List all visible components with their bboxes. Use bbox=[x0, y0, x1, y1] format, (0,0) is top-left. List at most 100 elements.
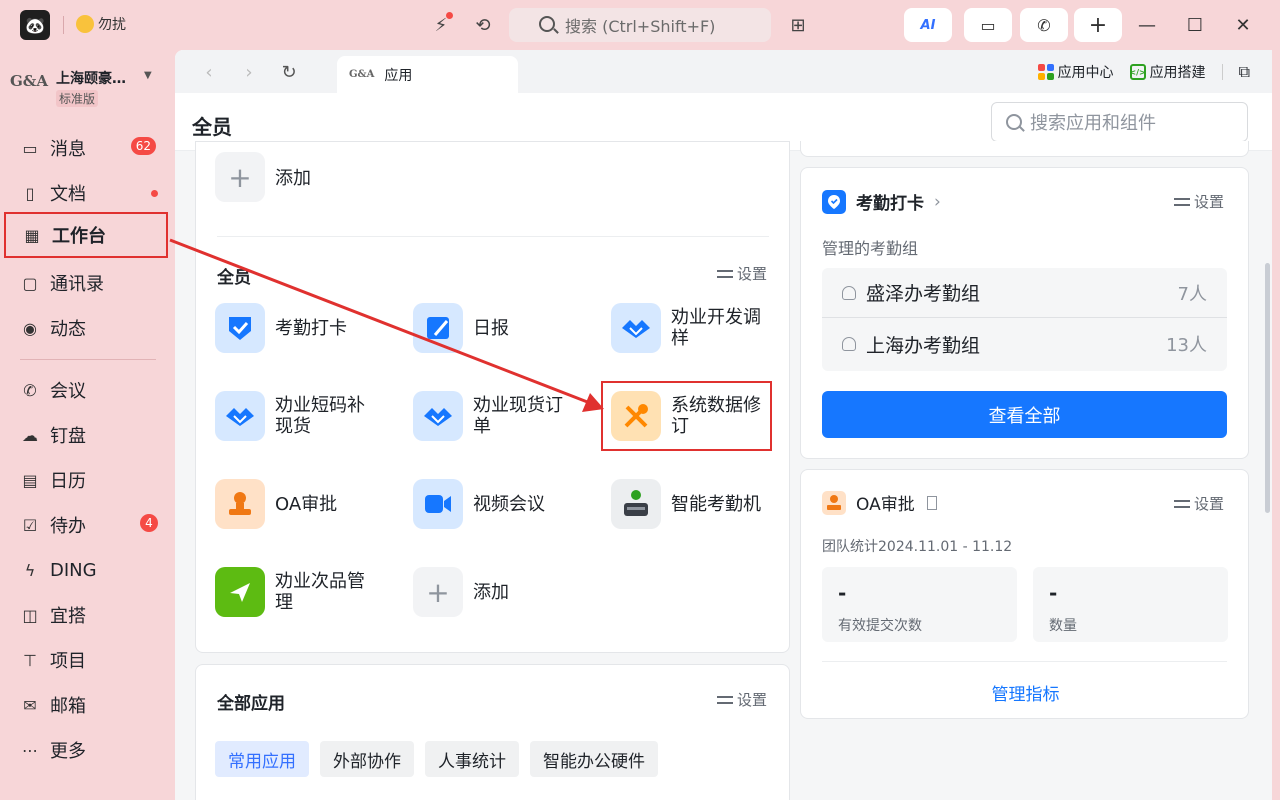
calendar-icon: ▤ bbox=[22, 470, 38, 490]
oa-settings[interactable]: 设置 bbox=[1174, 493, 1224, 514]
new-button[interactable]: + bbox=[1074, 8, 1122, 42]
app-label: 视频会议 bbox=[473, 493, 545, 515]
sidebar-item-todo[interactable]: ☑ 待办 4 bbox=[4, 502, 168, 548]
group-name: 上海办考勤组 bbox=[866, 334, 981, 357]
app-tile-defect-mgmt[interactable]: 劝业次品管理 bbox=[215, 567, 385, 617]
status-text: 勿扰 bbox=[98, 17, 126, 33]
app-tile-spot-order[interactable]: 劝业现货订单 bbox=[413, 391, 583, 441]
divider bbox=[1221, 64, 1223, 80]
builder-icon: ◫ bbox=[22, 605, 38, 625]
group-count: 7人 bbox=[1177, 283, 1207, 305]
list-item[interactable]: 盛泽办考勤组 7人 bbox=[822, 268, 1227, 318]
sliders-icon bbox=[717, 694, 733, 706]
document-icon: ▯ bbox=[25, 183, 35, 203]
stamp-icon bbox=[215, 479, 265, 529]
sidebar-item-mail[interactable]: ✉ 邮箱 bbox=[4, 682, 168, 728]
section-settings[interactable]: 设置 bbox=[717, 263, 767, 284]
oa-widget-title[interactable]: OA审批 bbox=[822, 490, 937, 515]
sidebar-item-messages[interactable]: ▭ 消息 62 bbox=[4, 125, 168, 171]
app-tile-oa-approval[interactable]: OA审批 bbox=[215, 479, 385, 529]
phone-button[interactable]: ✆ bbox=[1020, 8, 1068, 42]
content-area: + 添加 全员 设置 考勤打卡 日报 劝业开发调样 劝业短码补现货 劝业现货订单… bbox=[175, 141, 1272, 800]
chip-hr-stats[interactable]: 人事统计 bbox=[425, 741, 519, 777]
contacts-icon: ▢ bbox=[22, 273, 38, 293]
user-avatar[interactable]: 🐼 bbox=[20, 10, 50, 40]
chip-smart-hardware[interactable]: 智能办公硬件 bbox=[530, 741, 658, 777]
code-icon: </> bbox=[1129, 64, 1146, 80]
all-apps-card: 全部应用 设置 常用应用 外部协作 人事统计 智能办公硬件 bbox=[195, 664, 790, 800]
stat-label: 数量 bbox=[1049, 618, 1077, 634]
app-center-icon bbox=[1037, 64, 1054, 80]
close-button[interactable]: ✕ bbox=[1230, 12, 1256, 38]
sidebar-item-contacts[interactable]: ▢ 通讯录 bbox=[4, 260, 168, 306]
app-center-label: 应用中心 bbox=[1057, 65, 1114, 81]
history-icon[interactable]: ⟲ bbox=[470, 12, 496, 38]
chip-common[interactable]: 常用应用 bbox=[215, 741, 309, 777]
add-app-tile-top[interactable]: + 添加 bbox=[215, 152, 311, 202]
app-tile-attendance[interactable]: 考勤打卡 bbox=[215, 303, 385, 353]
attendance-settings[interactable]: 设置 bbox=[1174, 191, 1224, 212]
app-tile-video-meeting[interactable]: 视频会议 bbox=[413, 479, 583, 529]
scrollbar[interactable] bbox=[1265, 263, 1270, 513]
sidebar-item-label: 日历 bbox=[50, 471, 86, 492]
oa-widget: OA审批 设置 团队统计2024.11.01 - 11.12 - 有效提交次数 … bbox=[800, 469, 1249, 719]
attendance-widget-title[interactable]: 考勤打卡 › bbox=[822, 189, 941, 214]
ai-button[interactable]: AI bbox=[904, 8, 952, 42]
sidebar-item-label: 邮箱 bbox=[50, 696, 86, 717]
org-switcher[interactable]: G&A 上海颐豪… ▼ 标准版 bbox=[10, 66, 170, 110]
app-tile-dev-sample[interactable]: 劝业开发调样 bbox=[611, 303, 781, 353]
sidebar-item-moments[interactable]: ◉ 动态 bbox=[4, 305, 168, 351]
forward-arrow-icon[interactable]: › bbox=[237, 60, 261, 84]
app-tile-short-restock[interactable]: 劝业短码补现货 bbox=[215, 391, 385, 441]
plus-icon: + bbox=[215, 152, 265, 202]
back-arrow-icon[interactable]: ‹ bbox=[197, 60, 221, 84]
app-tile-daily-report[interactable]: 日报 bbox=[413, 303, 583, 353]
eye-icon: ◉ bbox=[23, 318, 37, 338]
sidebar-item-calendar[interactable]: ▤ 日历 bbox=[4, 457, 168, 503]
org-edition: 标准版 bbox=[56, 90, 99, 107]
sidebar-item-drive[interactable]: ☁ 钉盘 bbox=[4, 412, 168, 458]
tab-strip: ‹ › ↻ G&A 应用 应用中心 </> 应用搭建 ⧉ bbox=[175, 50, 1272, 93]
dnd-status[interactable]: 勿扰 bbox=[76, 14, 126, 34]
sidebar-item-label: 通讯录 bbox=[50, 274, 104, 295]
sidebar-item-more[interactable]: ⋯ 更多 bbox=[4, 727, 168, 773]
sidebar-item-ding[interactable]: ϟ DING bbox=[4, 547, 168, 593]
app-search-input[interactable]: 搜索应用和组件 bbox=[991, 102, 1248, 142]
sidebar-item-project[interactable]: ⊤ 项目 bbox=[4, 637, 168, 683]
all-apps-settings[interactable]: 设置 bbox=[717, 689, 767, 710]
popout-icon[interactable]: ⧉ bbox=[1239, 62, 1250, 82]
app-tile-attendance-machine[interactable]: 智能考勤机 bbox=[611, 479, 781, 529]
project-icon: ⊤ bbox=[23, 650, 37, 670]
list-item[interactable]: 上海办考勤组 13人 bbox=[822, 319, 1227, 369]
refresh-icon[interactable]: ↻ bbox=[277, 60, 301, 84]
app-center-link[interactable]: 应用中心 bbox=[1037, 62, 1114, 82]
app-builder-link[interactable]: </> 应用搭建 bbox=[1129, 62, 1206, 82]
sidebar-item-meeting[interactable]: ✆ 会议 bbox=[4, 367, 168, 413]
screen-cast-button[interactable]: ▭ bbox=[964, 8, 1012, 42]
sidebar-item-label: 消息 bbox=[50, 139, 86, 160]
global-search[interactable]: 搜索 (Ctrl+Shift+F) bbox=[509, 8, 771, 42]
sidebar-item-label: 钉盘 bbox=[50, 426, 86, 447]
manage-metrics-link[interactable]: 管理指标 bbox=[801, 680, 1250, 705]
app-label: 劝业次品管理 bbox=[275, 571, 365, 613]
sidebar: G&A 上海颐豪… ▼ 标准版 ▭ 消息 62 ▯ 文档 ▦ 工作台 ▢ 通讯录… bbox=[0, 50, 175, 800]
sidebar-item-workbench[interactable]: ▦ 工作台 bbox=[4, 212, 168, 258]
tab-apps[interactable]: G&A 应用 bbox=[337, 56, 518, 93]
minimize-button[interactable]: — bbox=[1134, 12, 1160, 38]
app-search-placeholder: 搜索应用和组件 bbox=[1030, 113, 1156, 134]
sidebar-item-docs[interactable]: ▯ 文档 bbox=[4, 170, 168, 216]
check-shield-icon bbox=[215, 303, 265, 353]
status-emoji-icon bbox=[76, 15, 94, 33]
maximize-button[interactable]: ☐ bbox=[1182, 12, 1208, 38]
tab-label: 应用 bbox=[384, 67, 413, 84]
person-icon bbox=[842, 285, 856, 300]
sidebar-item-label: DING bbox=[50, 559, 97, 581]
add-app-tile[interactable]: + 添加 bbox=[413, 567, 583, 617]
sidebar-item-yida[interactable]: ◫ 宜搭 bbox=[4, 592, 168, 638]
apps-add-icon[interactable]: ⊞ bbox=[785, 12, 811, 38]
chat-bubble-icon: ▭ bbox=[22, 138, 38, 158]
view-all-button[interactable]: 查看全部 bbox=[822, 391, 1227, 438]
chip-external[interactable]: 外部协作 bbox=[320, 741, 414, 777]
handshake-icon bbox=[413, 391, 463, 441]
divider bbox=[20, 359, 156, 360]
